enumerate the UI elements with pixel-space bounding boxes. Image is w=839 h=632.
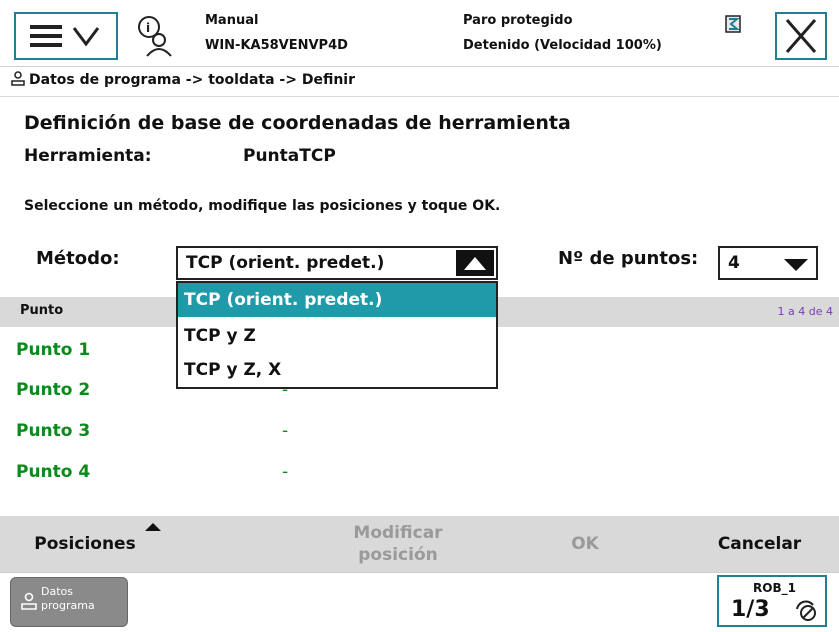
- modify-position-label-line2: posición: [358, 545, 438, 565]
- dropdown-option-tcp-z-x[interactable]: TCP y Z, X: [178, 353, 496, 387]
- taskbar: Datos programa ROB_1 1/3: [0, 572, 839, 632]
- svg-text:i: i: [146, 21, 150, 35]
- dropdown-option-tcp-z[interactable]: TCP y Z: [178, 319, 496, 353]
- taskbar-app-label: Datos programa: [41, 585, 95, 613]
- ok-button-label: OK: [571, 534, 599, 554]
- ok-button[interactable]: OK: [540, 516, 630, 572]
- method-select[interactable]: TCP (orient. predet.): [176, 246, 498, 280]
- speed-fraction: 1/3: [731, 597, 770, 622]
- robot-name: ROB_1: [753, 581, 796, 595]
- method-label: Método:: [36, 248, 120, 269]
- table-row-value: -: [282, 421, 289, 441]
- table-row-value: -: [282, 462, 289, 482]
- page-title: Definición de base de coordenadas de her…: [24, 112, 571, 134]
- tool-frame-icon: [796, 600, 816, 621]
- menu-icon: [30, 25, 100, 47]
- taskbar-program-data[interactable]: Datos programa: [10, 577, 128, 627]
- points-select[interactable]: 4: [718, 246, 818, 280]
- action-bar: Posiciones Modificar posición OK Cancela…: [0, 516, 839, 572]
- tool-label: Herramienta:: [24, 146, 152, 166]
- run-state: Detenido (Velocidad 100%): [463, 38, 662, 53]
- breadcrumb: Datos de programa -> tooldata -> Definir: [10, 70, 355, 90]
- modify-position-button[interactable]: Modificar posición: [318, 516, 478, 572]
- close-icon: [785, 19, 817, 53]
- table-row-label[interactable]: Punto 4: [16, 462, 90, 482]
- method-dropdown-list: TCP (orient. predet.) TCP y Z TCP y Z, X: [176, 281, 498, 389]
- breadcrumb-text: Datos de programa -> tooldata -> Definir: [29, 72, 356, 88]
- method-selected-value: TCP (orient. predet.): [186, 253, 385, 273]
- program-data-icon: [11, 71, 25, 86]
- tool-value: PuntaTCP: [243, 146, 336, 166]
- event-log-icon[interactable]: i: [135, 14, 175, 58]
- table-row-label[interactable]: Punto 3: [16, 421, 90, 441]
- quickset-button[interactable]: ROB_1 1/3: [717, 575, 827, 627]
- operating-mode: Manual: [205, 13, 259, 28]
- divider: [0, 96, 839, 97]
- column-header-punto: Punto: [20, 303, 64, 318]
- positions-button-label: Posiciones: [34, 534, 136, 554]
- top-bar: i Manual WIN-KA58VENVP4D Paro protegido …: [0, 0, 839, 67]
- cancel-button[interactable]: Cancelar: [680, 516, 839, 572]
- main-menu-button[interactable]: [14, 12, 118, 60]
- chevron-up-icon[interactable]: [456, 250, 494, 276]
- taskbar-app-label-line2: programa: [41, 599, 95, 612]
- chevron-down-icon[interactable]: [784, 259, 808, 271]
- safety-state: Paro protegido: [463, 13, 573, 28]
- program-data-icon: [21, 592, 37, 610]
- cancel-button-label: Cancelar: [717, 534, 802, 554]
- dropdown-option-tcp-default[interactable]: TCP (orient. predet.): [178, 283, 496, 317]
- instruction-text: Seleccione un método, modifique las posi…: [24, 198, 501, 214]
- controller-name: WIN-KA58VENVP4D: [205, 38, 348, 53]
- caret-up-icon: [145, 523, 161, 531]
- taskbar-app-label-line1: Datos: [41, 585, 73, 598]
- points-label: Nº de puntos:: [558, 248, 699, 269]
- modify-position-label-line1: Modificar: [353, 523, 443, 543]
- points-selected-value: 4: [728, 253, 740, 273]
- program-status-icon: [725, 15, 741, 33]
- table-row-label[interactable]: Punto 2: [16, 380, 90, 400]
- row-range: 1 a 4 de 4: [777, 305, 833, 318]
- table-row-label[interactable]: Punto 1: [16, 340, 90, 360]
- close-button[interactable]: [775, 12, 827, 60]
